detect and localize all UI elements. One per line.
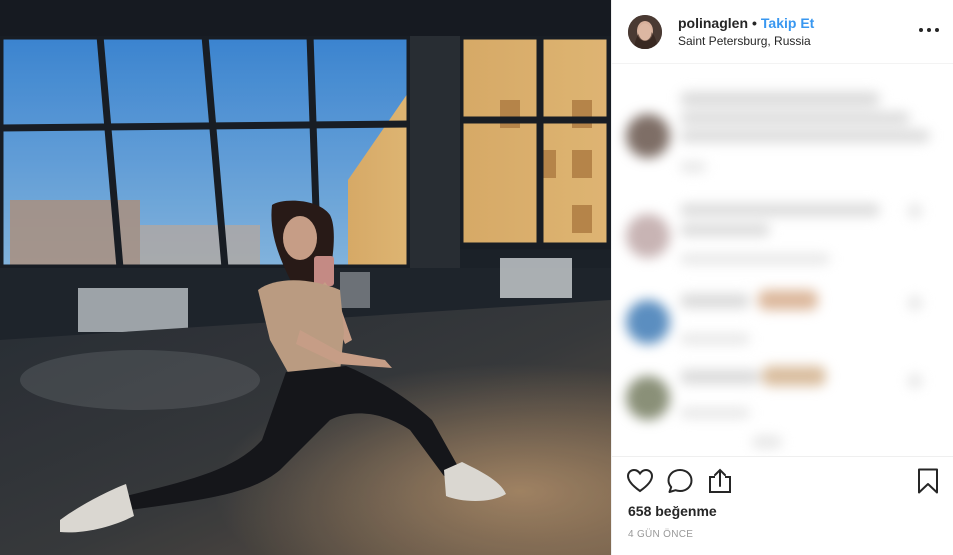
comment-icon[interactable] <box>666 467 694 495</box>
avatar[interactable] <box>628 14 662 49</box>
heart-icon[interactable] <box>626 467 654 495</box>
post-photo-image <box>0 0 611 555</box>
comments-list <box>612 64 953 456</box>
post-actions: 658 beğenme 4 GÜN ÖNCE <box>612 456 953 555</box>
separator-dot: • <box>752 15 757 31</box>
instagram-post-view: polinaglen • Takip Et Saint Petersburg, Ru… <box>0 0 953 555</box>
username-link[interactable]: polinaglen <box>678 15 748 31</box>
more-options-icon[interactable] <box>919 22 939 38</box>
post-header: polinaglen • Takip Et Saint Petersburg, Ru… <box>612 0 953 64</box>
header-text: polinaglen • Takip Et Saint Petersburg, Ru… <box>678 14 814 49</box>
post-photo[interactable] <box>0 0 611 555</box>
share-icon[interactable] <box>706 467 734 495</box>
location-link[interactable]: Saint Petersburg, Russia <box>678 33 814 49</box>
header-line: polinaglen • Takip Et <box>678 14 814 32</box>
bookmark-icon[interactable] <box>914 467 942 495</box>
likes-count[interactable]: 658 beğenme <box>628 503 717 519</box>
follow-button[interactable]: Takip Et <box>761 15 814 31</box>
post-side-panel: polinaglen • Takip Et Saint Petersburg, Ru… <box>611 0 953 555</box>
post-timestamp[interactable]: 4 GÜN ÖNCE <box>628 529 693 540</box>
